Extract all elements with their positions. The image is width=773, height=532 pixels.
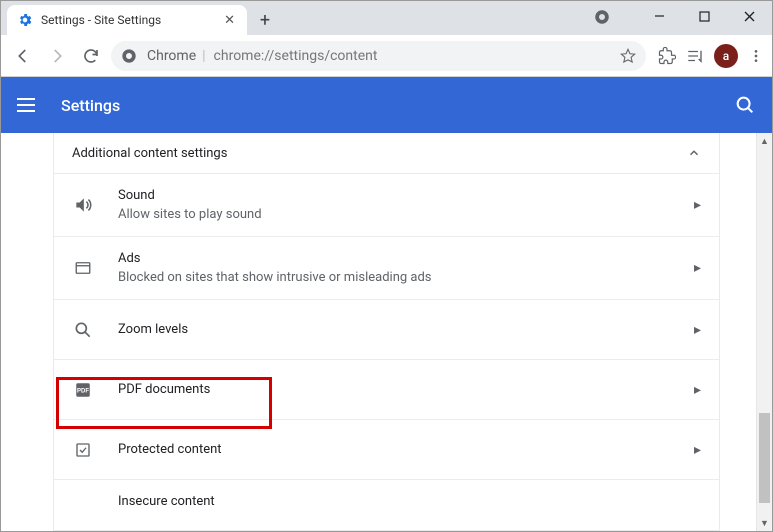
row-desc: Blocked on sites that show intrusive or …: [118, 270, 670, 285]
setting-row-pdf[interactable]: PDF PDF documents ▸: [54, 359, 719, 419]
address-url: chrome://settings/content: [214, 48, 378, 64]
svg-text:PDF: PDF: [77, 388, 89, 394]
chevron-right-icon: ▸: [694, 382, 701, 398]
pdf-icon: PDF: [72, 381, 94, 399]
volume-icon: [72, 195, 94, 215]
setting-row-sound[interactable]: Sound Allow sites to play sound ▸: [54, 173, 719, 236]
row-title: Ads: [118, 251, 670, 266]
zoom-icon: [72, 320, 94, 340]
section-header-additional-content[interactable]: Additional content settings: [54, 133, 719, 173]
chevron-right-icon: ▸: [694, 260, 701, 276]
settings-panel: Additional content settings Sound Allow …: [53, 133, 720, 531]
content-area: Additional content settings Sound Allow …: [1, 133, 772, 531]
close-window-button[interactable]: [727, 1, 772, 31]
forward-button[interactable]: [43, 42, 71, 70]
close-tab-icon[interactable]: ✕: [222, 13, 237, 28]
scroll-thumb[interactable]: [759, 413, 770, 503]
settings-appbar: Settings: [1, 77, 772, 133]
row-title: PDF documents: [118, 382, 670, 397]
reload-button[interactable]: [77, 42, 105, 70]
profile-indicator-icon[interactable]: [592, 7, 612, 27]
reading-list-icon[interactable]: [686, 47, 704, 65]
new-tab-button[interactable]: +: [251, 6, 279, 34]
browser-tab[interactable]: Settings - Site Settings ✕: [7, 5, 247, 35]
maximize-button[interactable]: [682, 1, 727, 31]
back-button[interactable]: [9, 42, 37, 70]
chevron-up-icon: [687, 146, 701, 160]
profile-avatar[interactable]: a: [714, 44, 738, 68]
setting-row-ads[interactable]: Ads Blocked on sites that show intrusive…: [54, 236, 719, 299]
row-title: Sound: [118, 188, 670, 203]
chrome-product-icon: [121, 48, 137, 64]
address-prefix: Chrome: [147, 48, 196, 64]
minimize-button[interactable]: [637, 1, 682, 31]
window-titlebar: Settings - Site Settings ✕ +: [1, 1, 772, 35]
bookmark-star-icon[interactable]: [620, 48, 636, 64]
extensions-icon[interactable]: [658, 47, 676, 65]
toolbar-actions: a: [658, 44, 764, 68]
chevron-right-icon: ▸: [694, 322, 701, 338]
address-bar[interactable]: Chrome | chrome://settings/content: [111, 41, 646, 71]
scroll-down-icon[interactable]: ▼: [757, 515, 772, 531]
chevron-right-icon: ▸: [694, 442, 701, 458]
scroll-up-icon[interactable]: ▲: [757, 133, 772, 149]
row-title: Insecure content: [118, 494, 701, 509]
setting-row-zoom[interactable]: Zoom levels ▸: [54, 299, 719, 359]
section-header-label: Additional content settings: [72, 146, 227, 161]
overflow-menu-icon[interactable]: [748, 48, 764, 64]
page-title: Settings: [61, 96, 734, 115]
search-icon[interactable]: [734, 94, 756, 116]
settings-gear-icon: [17, 12, 33, 28]
setting-row-protected[interactable]: Protected content ▸: [54, 419, 719, 479]
row-title: Zoom levels: [118, 322, 670, 337]
tab-title: Settings - Site Settings: [41, 13, 222, 27]
chevron-right-icon: ▸: [694, 197, 701, 213]
menu-icon[interactable]: [17, 93, 41, 117]
row-title: Protected content: [118, 442, 670, 457]
setting-row-insecure[interactable]: Insecure content: [54, 479, 719, 509]
vertical-scrollbar[interactable]: ▲ ▼: [756, 133, 772, 531]
window-controls: [637, 1, 772, 31]
protected-icon: [72, 441, 94, 459]
address-divider: |: [202, 48, 205, 64]
ads-icon: [72, 259, 94, 277]
row-desc: Allow sites to play sound: [118, 207, 670, 222]
browser-toolbar: Chrome | chrome://settings/content a: [1, 35, 772, 77]
